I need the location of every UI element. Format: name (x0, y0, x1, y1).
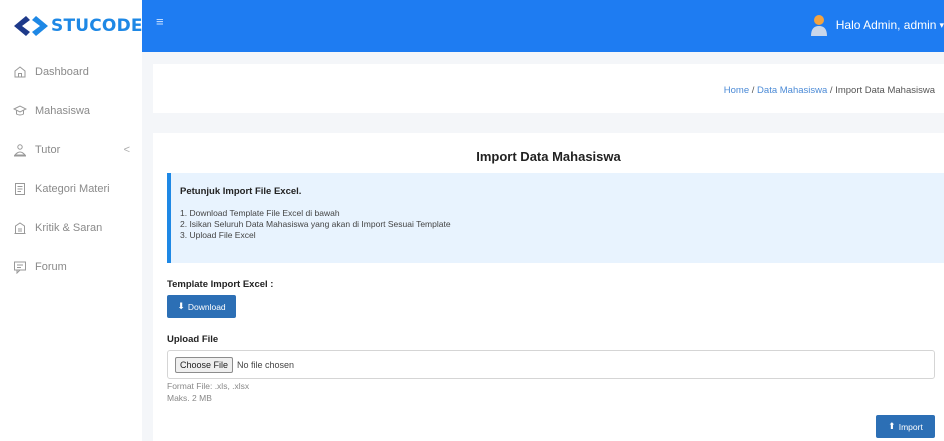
home-icon (13, 65, 27, 79)
callout-title: Petunjuk Import File Excel. (180, 186, 302, 197)
brand-logo[interactable]: STUCODE (0, 0, 143, 52)
user-menu[interactable]: Halo Admin, admin ▾ (810, 14, 944, 36)
file-upload-input[interactable]: Choose File No file chosen (167, 350, 935, 379)
avatar (810, 14, 828, 36)
sidebar-item-label: Forum (35, 260, 67, 273)
forum-icon (13, 260, 27, 274)
chevron-down-icon: ▾ (939, 19, 944, 30)
sidebar-item-dashboard[interactable]: Dashboard (0, 52, 142, 91)
format-help-text: Format File: .xls, .xlsx (167, 381, 250, 391)
import-card: Import Data Mahasiswa Petunjuk Import Fi… (153, 133, 944, 441)
sidebar-item-label: Dashboard (35, 65, 89, 78)
sidebar-item-mahasiswa[interactable]: Mahasiswa (0, 91, 142, 130)
sidebar: STUCODE Dashboard Mahasiswa Tutor < Kate… (0, 0, 143, 441)
import-button[interactable]: ⬆ Import (876, 415, 935, 438)
logo-mark-icon (14, 14, 48, 38)
tutor-icon (13, 143, 27, 157)
instruction-step: 1. Download Template File Excel di bawah (180, 208, 340, 218)
choose-file-button[interactable]: Choose File (175, 356, 234, 373)
brand-name: STUCODE (51, 16, 143, 36)
menu-toggle-icon[interactable]: ≡ (156, 14, 164, 29)
breadcrumb-home-link[interactable]: Home (724, 85, 749, 96)
no-file-text: No file chosen (237, 359, 295, 370)
upload-label: Upload File (167, 334, 219, 345)
sidebar-item-label: Tutor (35, 143, 61, 156)
instruction-step: 3. Upload File Excel (180, 230, 256, 240)
instruction-step: 2. Isikan Seluruh Data Mahasiswa yang ak… (180, 219, 451, 229)
instructions-callout: Petunjuk Import File Excel. 1. Download … (167, 173, 944, 263)
breadcrumb: Home / Data Mahasiswa / Import Data Maha… (724, 85, 935, 96)
download-button[interactable]: ⬇ Download (167, 295, 236, 318)
sidebar-item-kritik-saran[interactable]: Kritik & Saran (0, 208, 142, 247)
breadcrumb-separator: / (749, 85, 758, 96)
chevron-left-icon: < (123, 143, 130, 156)
students-icon (13, 104, 27, 118)
sidebar-item-label: Kategori Materi (35, 182, 110, 195)
download-icon: ⬇ (177, 301, 185, 311)
top-navbar: ≡ Halo Admin, admin ▾ (142, 0, 944, 52)
sidebar-item-tutor[interactable]: Tutor < (0, 130, 142, 169)
breadcrumb-current: Import Data Mahasiswa (835, 85, 935, 96)
import-button-label: Import (898, 421, 923, 432)
download-button-label: Download (187, 301, 226, 312)
template-label: Template Import Excel : (167, 279, 274, 290)
user-greeting: Halo Admin, admin (835, 18, 937, 32)
breadcrumb-data-mahasiswa-link[interactable]: Data Mahasiswa (757, 85, 827, 96)
sidebar-item-kategori-materi[interactable]: Kategori Materi (0, 169, 142, 208)
breadcrumb-separator: / (827, 85, 836, 96)
sidebar-item-label: Kritik & Saran (35, 221, 103, 234)
sidebar-nav: Dashboard Mahasiswa Tutor < Kategori Mat… (0, 52, 142, 286)
sidebar-item-forum[interactable]: Forum (0, 247, 142, 286)
max-size-help-text: Maks. 2 MB (167, 393, 212, 403)
category-icon (13, 182, 27, 196)
upload-icon: ⬆ (888, 421, 896, 431)
breadcrumb-card: Home / Data Mahasiswa / Import Data Maha… (153, 64, 944, 113)
feedback-icon (13, 221, 27, 235)
page-title: Import Data Mahasiswa (476, 149, 621, 164)
sidebar-item-label: Mahasiswa (35, 104, 91, 117)
